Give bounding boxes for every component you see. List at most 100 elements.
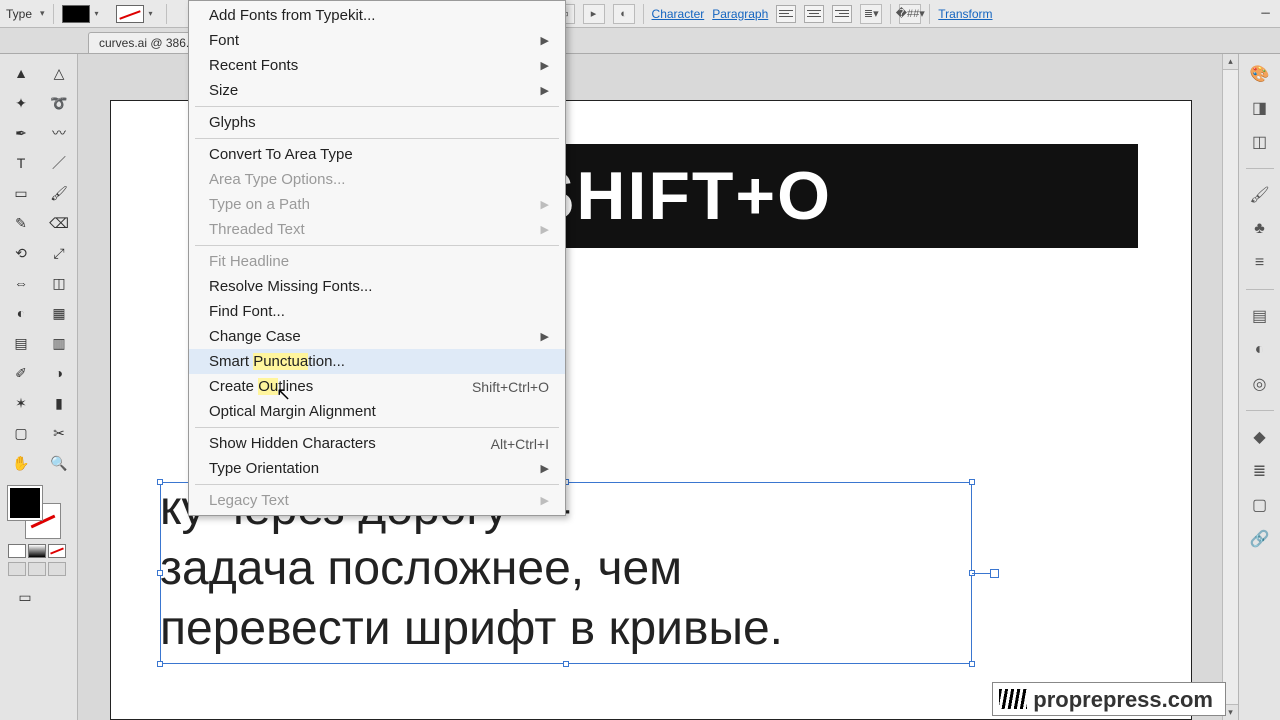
tool-mesh[interactable]: ▤ xyxy=(4,330,38,356)
menu-item-recent-fonts[interactable]: Recent Fonts▶ xyxy=(189,53,565,78)
panel-graphic-styles-icon[interactable]: ◆ xyxy=(1246,425,1274,449)
character-panel-link[interactable]: Character xyxy=(652,7,705,21)
menu-item-label: Legacy Text xyxy=(209,492,289,509)
tool-shape-builder[interactable]: ◐ xyxy=(4,300,38,326)
tool-paintbrush[interactable]: 🖌 xyxy=(42,180,76,206)
thread-out-port[interactable] xyxy=(990,569,999,578)
scroll-up-icon[interactable]: ▴ xyxy=(1223,54,1238,70)
screen-mode-row xyxy=(0,560,77,578)
screen-mode[interactable]: ▭ xyxy=(8,584,42,610)
tool-magic-wand[interactable]: ✦ xyxy=(4,90,38,116)
panel-artboards-icon[interactable]: ▢ xyxy=(1246,493,1274,517)
tool-rotate[interactable]: ⟲ xyxy=(4,240,38,266)
menu-item-label: Create Outlines xyxy=(209,378,313,395)
menu-item-find-font[interactable]: Find Font... xyxy=(189,299,565,324)
menu-item-glyphs[interactable]: Glyphs xyxy=(189,110,565,135)
menu-item-label: Size xyxy=(209,82,238,99)
panel-brushes-icon[interactable]: 🖌 xyxy=(1246,183,1274,207)
tool-curvature[interactable]: 〰 xyxy=(42,120,76,146)
tool-blend[interactable]: ◑ xyxy=(42,360,76,386)
fill-color[interactable] xyxy=(8,486,42,520)
draw-normal[interactable] xyxy=(8,562,26,576)
tool-free-transform[interactable]: ◫ xyxy=(42,270,76,296)
tool-type[interactable]: T xyxy=(4,150,38,176)
tool-perspective[interactable]: ▦ xyxy=(42,300,76,326)
menu-item-area-type-options: Area Type Options... xyxy=(189,167,565,192)
panel-stroke-icon[interactable]: ≡ xyxy=(1246,251,1274,275)
type-menu[interactable]: Add Fonts from Typekit...Font▶Recent Fon… xyxy=(188,0,566,516)
tool-column-graph[interactable]: ▮ xyxy=(42,390,76,416)
menu-item-label: Area Type Options... xyxy=(209,171,345,188)
tool-mode-label: Type xyxy=(6,7,32,21)
menu-item-show-hidden-characters[interactable]: Show Hidden CharactersAlt+Ctrl+I xyxy=(189,431,565,456)
menu-item-convert-to-area-type[interactable]: Convert To Area Type xyxy=(189,142,565,167)
color-mode-solid[interactable] xyxy=(8,544,26,558)
submenu-arrow-icon: ▶ xyxy=(541,330,549,343)
align-center-button[interactable] xyxy=(804,5,824,23)
menu-item-label: Convert To Area Type xyxy=(209,146,353,163)
tool-width[interactable]: ⇔ xyxy=(4,270,38,296)
menu-item-threaded-text: Threaded Text▶ xyxy=(189,217,565,242)
submenu-arrow-icon: ▶ xyxy=(541,198,549,211)
align-to[interactable]: �##▾ xyxy=(899,4,921,24)
tools-panel: ▲△✦➰✒〰T／▭🖌✎⌫⟲⤢⇔◫◐▦▤▥✐◑✶▮▢✂✋🔍 ▭ xyxy=(0,54,78,720)
panel-swatches-icon[interactable]: ◫ xyxy=(1246,130,1274,154)
tool-rectangle[interactable]: ▭ xyxy=(4,180,38,206)
menu-item-type-orientation[interactable]: Type Orientation▶ xyxy=(189,456,565,481)
panel-symbols-icon[interactable]: ♣ xyxy=(1246,217,1274,241)
fill-swatch[interactable]: ▾ xyxy=(62,5,90,23)
menu-item-label: Threaded Text xyxy=(209,221,305,238)
tool-eyedropper[interactable]: ✐ xyxy=(4,360,38,386)
menu-item-label: Font xyxy=(209,32,239,49)
tool-symbol-sprayer[interactable]: ✶ xyxy=(4,390,38,416)
tool-pencil[interactable]: ✎ xyxy=(4,210,38,236)
panel-color-guide-icon[interactable]: ◨ xyxy=(1246,96,1274,120)
collapse-bar-icon[interactable]: ╶╴ xyxy=(1257,5,1274,22)
tool-artboard[interactable]: ▢ xyxy=(4,420,38,446)
tool-selection[interactable]: ▲ xyxy=(4,60,38,86)
menu-item-font[interactable]: Font▶ xyxy=(189,28,565,53)
draw-inside[interactable] xyxy=(48,562,66,576)
panel-color-icon[interactable]: 🎨 xyxy=(1246,62,1274,86)
thread-out-line xyxy=(972,573,992,574)
panel-layers-icon[interactable]: ≣ xyxy=(1246,459,1274,483)
vertical-scrollbar[interactable]: ▴ ▾ xyxy=(1222,54,1238,720)
panel-links-icon[interactable]: 🔗 xyxy=(1246,527,1274,551)
menu-item-size[interactable]: Size▶ xyxy=(189,78,565,103)
tool-zoom[interactable]: 🔍 xyxy=(42,450,76,476)
watermark: proprepress.com xyxy=(992,682,1226,716)
panel-gradient-panel-icon[interactable]: ▤ xyxy=(1246,304,1274,328)
stroke-swatch[interactable]: ▾ xyxy=(116,5,144,23)
tool-eraser[interactable]: ⌫ xyxy=(42,210,76,236)
paragraph-panel-link[interactable]: Paragraph xyxy=(712,7,768,21)
menu-item-label: Optical Margin Alignment xyxy=(209,403,376,420)
fill-stroke-indicator[interactable] xyxy=(8,486,60,538)
transform-panel-link[interactable]: Transform xyxy=(938,7,992,21)
tool-scale[interactable]: ⤢ xyxy=(42,240,76,266)
align-right-button[interactable] xyxy=(832,5,852,23)
panel-appearance-icon[interactable]: ◎ xyxy=(1246,372,1274,396)
tool-slice[interactable]: ✂ xyxy=(42,420,76,446)
brush-definition[interactable]: ▸ xyxy=(583,4,605,24)
draw-behind[interactable] xyxy=(28,562,46,576)
color-mode-none[interactable] xyxy=(48,544,66,558)
tool-pen[interactable]: ✒ xyxy=(4,120,38,146)
opacity[interactable]: ◐ xyxy=(613,4,635,24)
align-left-button[interactable] xyxy=(776,5,796,23)
tool-gradient[interactable]: ▥ xyxy=(42,330,76,356)
tool-hand[interactable]: ✋ xyxy=(4,450,38,476)
panel-transparency-icon[interactable]: ◐ xyxy=(1246,338,1274,362)
menu-item-create-outlines[interactable]: Create OutlinesShift+Ctrl+O xyxy=(189,374,565,399)
tool-lasso[interactable]: ➰ xyxy=(42,90,76,116)
menu-item-resolve-missing-fonts[interactable]: Resolve Missing Fonts... xyxy=(189,274,565,299)
menu-item-add-fonts-from-typekit[interactable]: Add Fonts from Typekit... xyxy=(189,3,565,28)
tool-line[interactable]: ／ xyxy=(42,150,76,176)
menu-item-fit-headline: Fit Headline xyxy=(189,249,565,274)
menu-item-legacy-text: Legacy Text▶ xyxy=(189,488,565,513)
paragraph-options[interactable]: ≣▾ xyxy=(860,4,882,24)
menu-item-change-case[interactable]: Change Case▶ xyxy=(189,324,565,349)
tool-direct-selection[interactable]: △ xyxy=(42,60,76,86)
color-mode-gradient[interactable] xyxy=(28,544,46,558)
menu-item-smart-punctuation[interactable]: Smart Punctuation... xyxy=(189,349,565,374)
menu-item-optical-margin-alignment[interactable]: Optical Margin Alignment xyxy=(189,399,565,424)
